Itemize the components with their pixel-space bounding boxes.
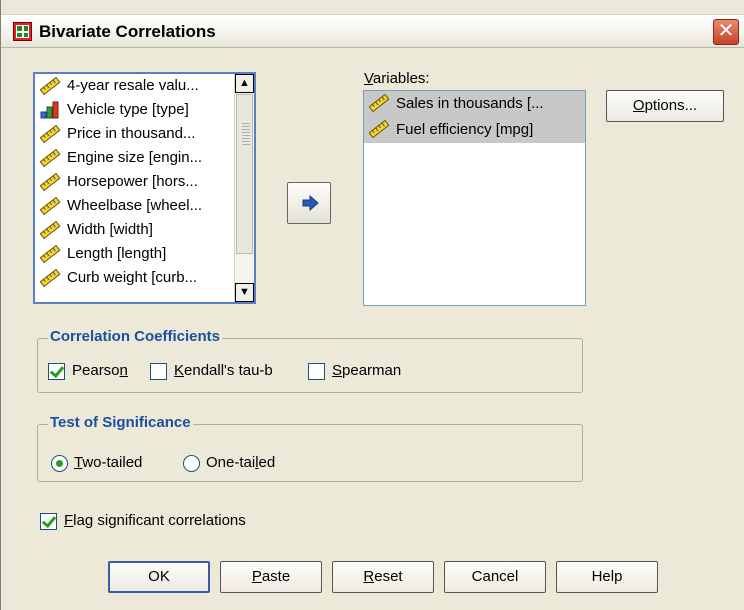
kendall-label: Kendall's tau-b: [174, 362, 273, 379]
two-tailed-radio[interactable]: [51, 455, 68, 472]
test-of-significance-group: Test of Significance: [37, 414, 583, 482]
pearson-label: Pearson: [72, 362, 128, 379]
source-variable-item-label: Engine size [engin...: [67, 149, 203, 166]
scroll-thumb[interactable]: [236, 94, 253, 254]
scale-ruler-icon: [39, 172, 61, 192]
source-variable-item[interactable]: Engine size [engin...: [35, 146, 233, 170]
help-button[interactable]: Help: [556, 561, 658, 593]
source-variable-item[interactable]: Curb weight [curb...: [35, 266, 233, 290]
scale-ruler-icon: [368, 93, 390, 113]
source-variable-item-label: Wheelbase [wheel...: [67, 197, 203, 214]
selected-variable-item[interactable]: Sales in thousands [...: [364, 91, 585, 117]
one-tailed-label: One-tailed: [206, 454, 276, 471]
source-variable-list[interactable]: 4-year resale valu... Vehicle type [type]…: [33, 72, 256, 304]
source-variable-item-label: Price in thousand...: [67, 125, 196, 142]
close-button[interactable]: ✕: [713, 19, 739, 45]
scale-ruler-icon: [39, 220, 61, 240]
correlation-coefficients-legend: Correlation Coefficients: [48, 328, 223, 345]
flag-significant-label: Flag significant correlations: [64, 512, 246, 529]
two-tailed-label: Two-tailed: [74, 454, 143, 471]
right-arrow-icon: [302, 195, 319, 211]
scroll-down-arrow-icon[interactable]: ▼: [235, 283, 254, 302]
source-variable-item-label: Curb weight [curb...: [67, 269, 198, 286]
scale-ruler-icon: [39, 244, 61, 264]
flag-significant-checkbox[interactable]: [40, 513, 57, 530]
selected-variable-item-label: Fuel efficiency [mpg]: [396, 121, 534, 138]
source-variable-item[interactable]: Length [length]: [35, 242, 233, 266]
spearman-label: Spearman: [332, 362, 402, 379]
one-tailed-radio[interactable]: [183, 455, 200, 472]
variables-label: Variables:: [364, 70, 430, 87]
source-variable-item-label: Width [width]: [67, 221, 153, 238]
paste-button[interactable]: Paste: [220, 561, 322, 593]
source-variable-item[interactable]: Wheelbase [wheel...: [35, 194, 233, 218]
source-variable-item[interactable]: Width [width]: [35, 218, 233, 242]
source-list-scrollbar[interactable]: ▲ ▼: [234, 74, 254, 302]
scale-ruler-icon: [39, 148, 61, 168]
spss-dialog-icon: [13, 22, 32, 41]
source-variable-item[interactable]: Horsepower [hors...: [35, 170, 233, 194]
spearman-checkbox[interactable]: [308, 363, 325, 380]
cancel-button[interactable]: Cancel: [444, 561, 546, 593]
source-variable-item[interactable]: Price in thousand...: [35, 122, 233, 146]
source-variable-item-label: Vehicle type [type]: [67, 101, 189, 118]
scale-ruler-icon: [39, 76, 61, 96]
variables-list[interactable]: Sales in thousands [... Fuel efficiency […: [363, 90, 586, 306]
scale-ruler-icon: [39, 268, 61, 288]
selected-variable-item-label: Sales in thousands [...: [396, 95, 544, 112]
ok-button[interactable]: OK: [108, 561, 210, 593]
title-bar[interactable]: Bivariate Correlations ✕: [1, 14, 744, 48]
pearson-checkbox[interactable]: [48, 363, 65, 380]
bar-chart-nominal-icon: [40, 101, 60, 119]
source-variable-item-label: 4-year resale valu...: [67, 77, 199, 94]
source-variable-item[interactable]: Vehicle type [type]: [35, 98, 233, 122]
options-button[interactable]: Options...: [606, 90, 724, 122]
selected-variable-item[interactable]: Fuel efficiency [mpg]: [364, 117, 585, 143]
source-variable-item-label: Length [length]: [67, 245, 167, 262]
test-of-significance-legend: Test of Significance: [48, 414, 193, 431]
reset-button[interactable]: Reset: [332, 561, 434, 593]
scale-ruler-icon: [39, 124, 61, 144]
window-title: Bivariate Correlations: [39, 22, 216, 41]
bivariate-correlations-dialog: Bivariate Correlations ✕ 4-year resale v…: [0, 0, 744, 610]
scroll-up-arrow-icon[interactable]: ▲: [235, 74, 254, 93]
move-to-variables-button[interactable]: [287, 182, 331, 224]
source-variable-item-label: Horsepower [hors...: [67, 173, 198, 190]
scale-ruler-icon: [368, 119, 390, 139]
scale-ruler-icon: [39, 196, 61, 216]
kendall-checkbox[interactable]: [150, 363, 167, 380]
source-variable-item[interactable]: 4-year resale valu...: [35, 74, 233, 98]
